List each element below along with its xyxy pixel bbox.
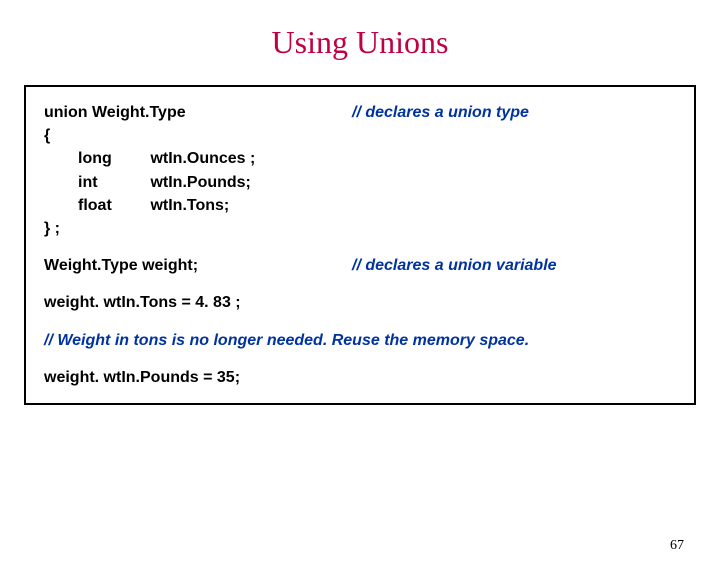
member-row: float wtIn.Tons; [44,194,684,217]
member-name: wtIn.Ounces ; [150,150,255,167]
spacer [44,352,684,366]
brace-open: { [44,124,684,147]
spacer [44,277,684,291]
member-row: int wtIn.Pounds; [44,171,684,194]
spacer [44,315,684,329]
page-number: 67 [670,538,684,554]
member-name: wtIn.Tons; [150,197,229,214]
spacer [44,240,684,254]
union-decl: union Weight.Type [44,101,352,124]
code-row: Weight.Type weight; // declares a union … [44,254,684,277]
variable-decl: Weight.Type weight; [44,254,352,277]
slide: Using Unions union Weight.Type // declar… [0,24,720,564]
comment-reuse-memory: // Weight in tons is no longer needed. R… [44,329,684,352]
member-type: long [78,147,146,170]
code-row: union Weight.Type // declares a union ty… [44,101,684,124]
slide-title: Using Unions [0,24,720,61]
member-type: float [78,194,146,217]
member-type: int [78,171,146,194]
brace-close: } ; [44,217,684,240]
comment-union-variable: // declares a union variable [352,254,684,277]
assign-pounds: weight. wtIn.Pounds = 35; [44,366,684,389]
comment-union-type: // declares a union type [352,101,684,124]
member-name: wtIn.Pounds; [150,174,250,191]
member-row: long wtIn.Ounces ; [44,147,684,170]
assign-tons: weight. wtIn.Tons = 4. 83 ; [44,291,684,314]
code-box: union Weight.Type // declares a union ty… [24,85,696,405]
